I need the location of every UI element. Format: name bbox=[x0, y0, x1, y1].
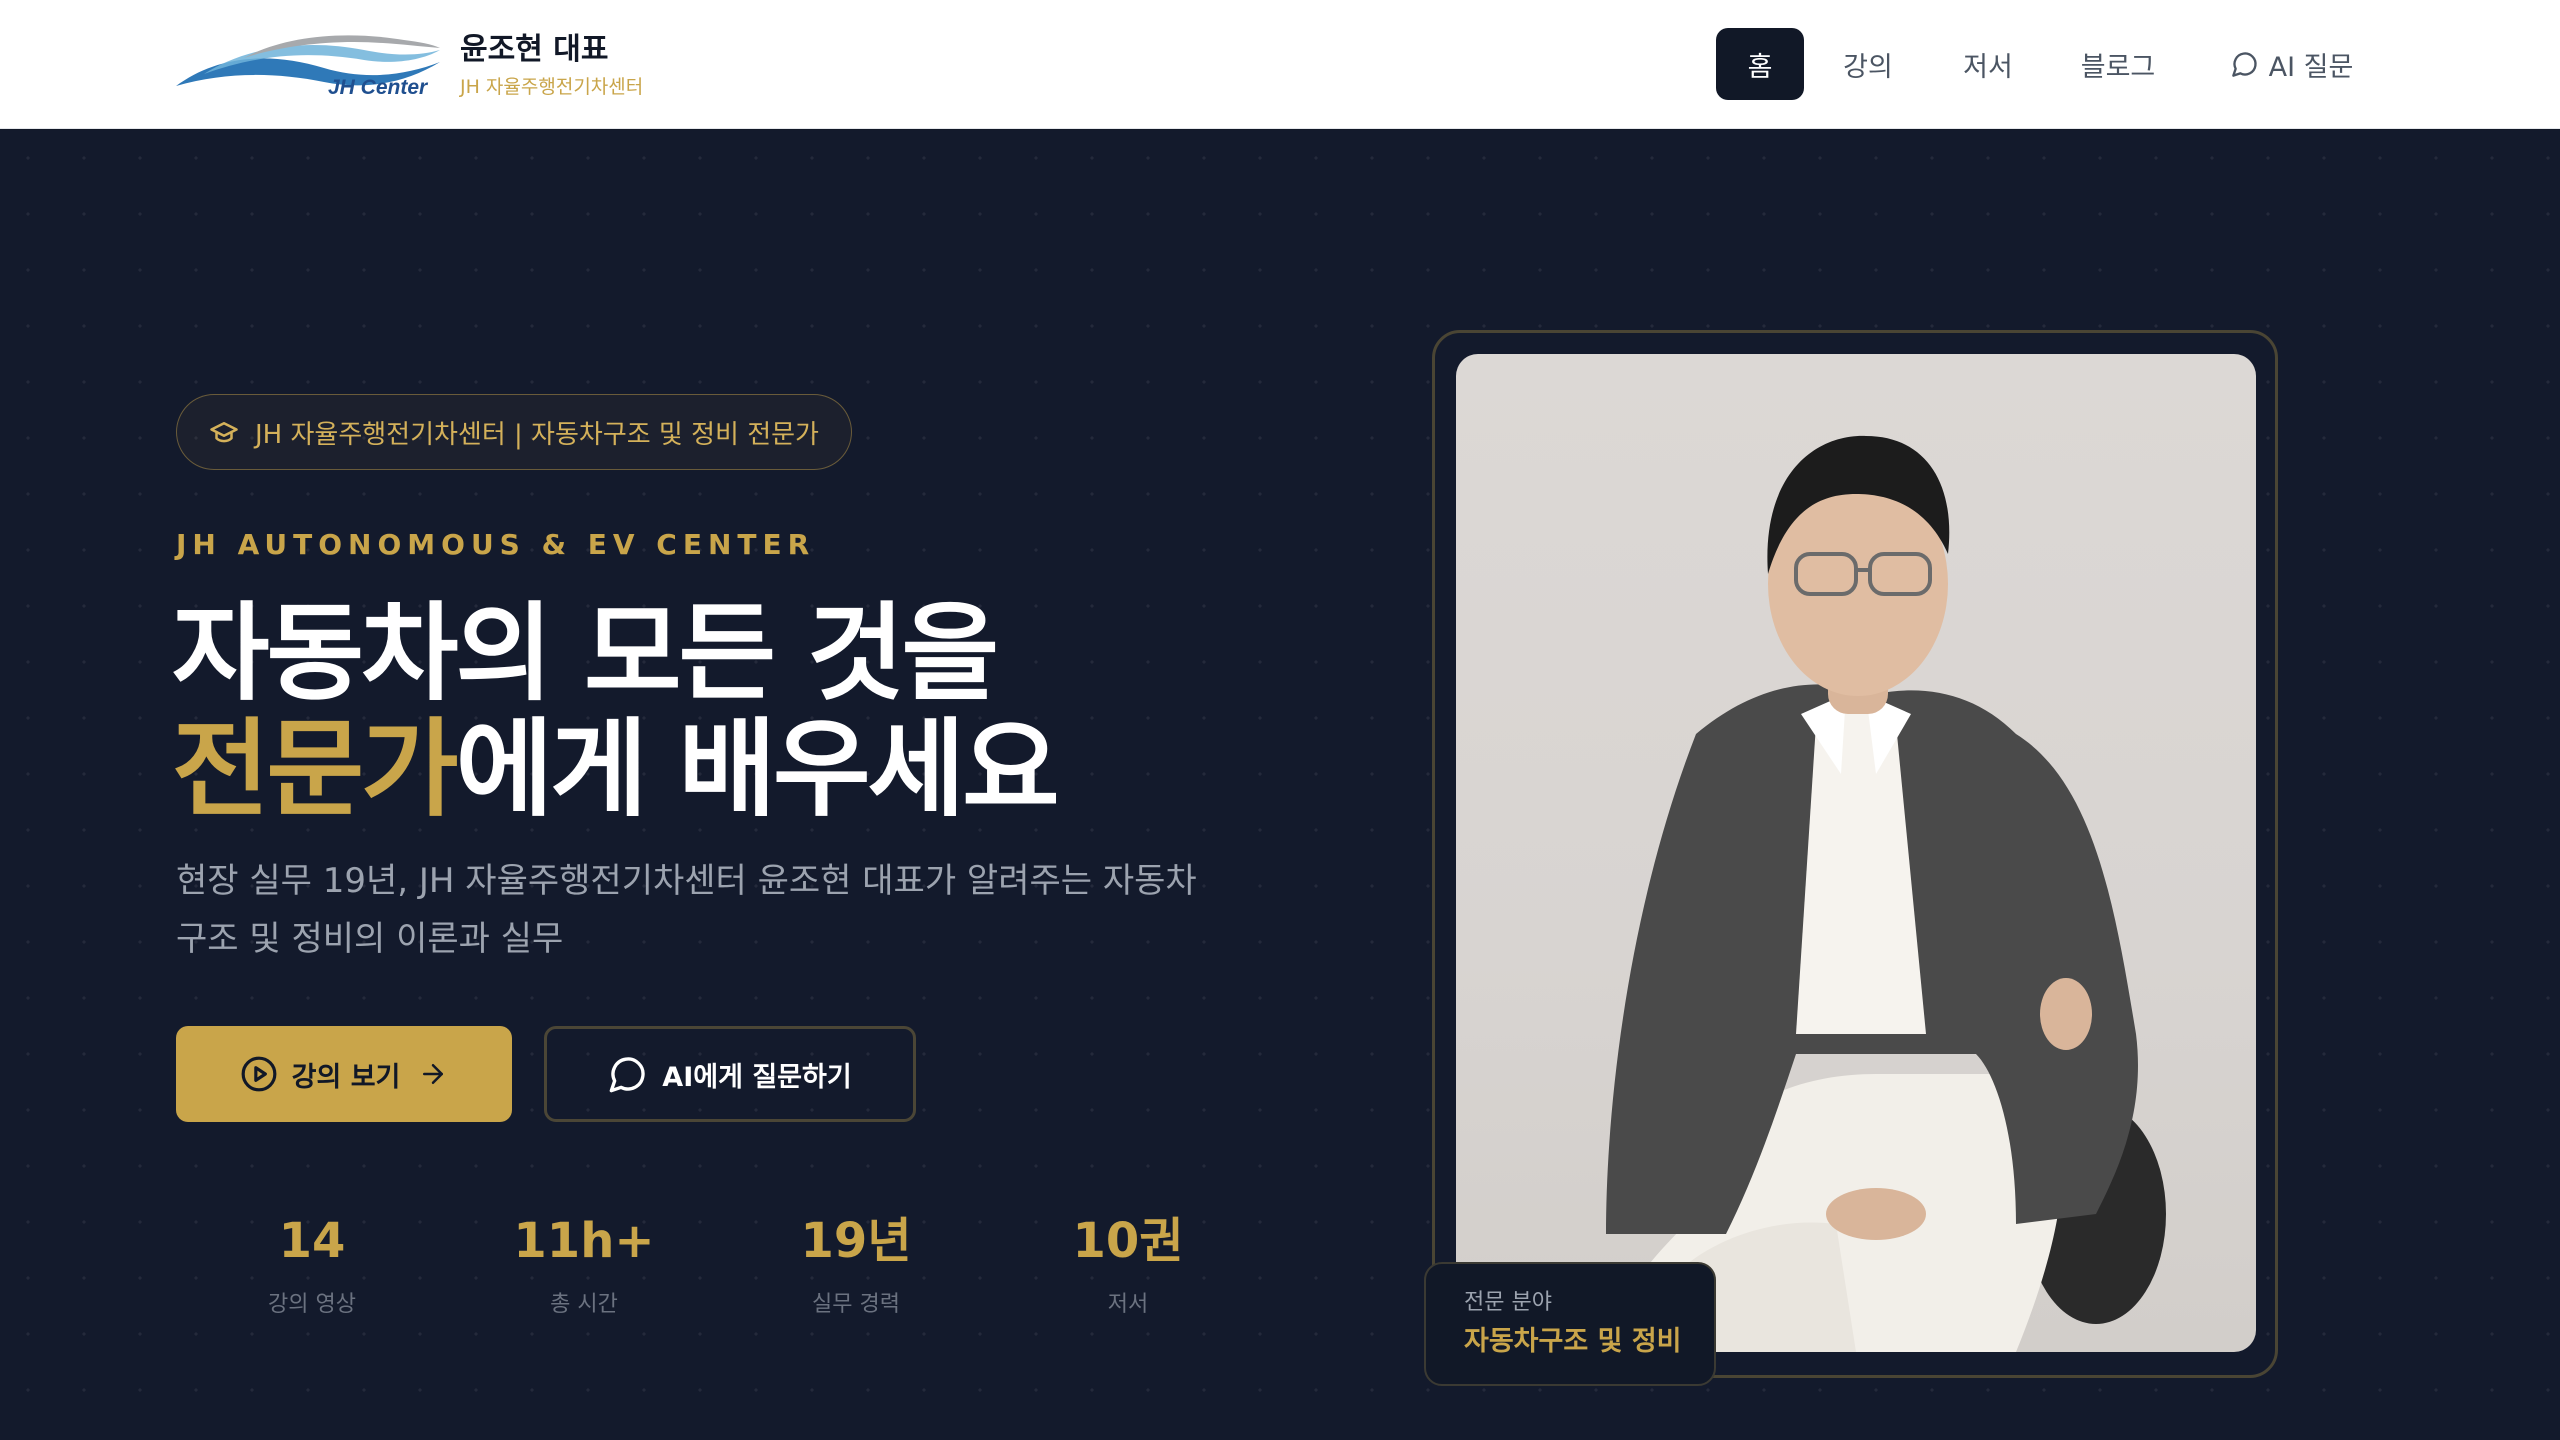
stat-value: 11h+ bbox=[513, 1213, 655, 1269]
main-nav: 홈 강의 저서 블로그 AI 질문 bbox=[1716, 28, 2392, 100]
ask-ai-label: AI에게 질문하기 bbox=[662, 1061, 852, 1093]
view-lectures-label: 강의 보기 bbox=[291, 1061, 401, 1093]
logo-text: JH Center bbox=[328, 76, 428, 99]
graduation-cap-icon bbox=[209, 417, 239, 447]
stat-label: 총 시간 bbox=[550, 1292, 618, 1317]
chat-bubble-icon bbox=[2231, 50, 2259, 78]
play-circle-icon bbox=[240, 1055, 278, 1093]
stats-row: 14 강의 영상 11h+ 총 시간 19년 실무 경력 10권 저서 bbox=[176, 1208, 1264, 1318]
view-lectures-button[interactable]: 강의 보기 bbox=[176, 1026, 512, 1122]
brand-name: 윤조현 대표 bbox=[460, 32, 609, 67]
chat-bubble-icon bbox=[608, 1054, 648, 1094]
stat-lecture-videos: 14 강의 영상 bbox=[176, 1208, 448, 1318]
stat-value: 14 bbox=[278, 1213, 346, 1269]
nav-lectures-label: 강의 bbox=[1843, 51, 1893, 83]
nav-ai-question[interactable]: AI 질문 bbox=[2192, 28, 2392, 100]
stat-value: 10권 bbox=[1072, 1213, 1184, 1269]
profile-photo bbox=[1456, 354, 2256, 1352]
hero-headline: 자동차의 모든 것을 전문가에게 배우세요 bbox=[172, 596, 1060, 831]
logo[interactable]: JH Center bbox=[174, 28, 442, 108]
nav-blog[interactable]: 블로그 bbox=[2044, 28, 2192, 100]
specialty-label: 전문 분야 bbox=[1464, 1290, 1552, 1315]
nav-lectures[interactable]: 강의 bbox=[1804, 28, 1932, 100]
pill-text: JH 자율주행전기차센터 | 자동차구조 및 정비 전문가 bbox=[255, 419, 819, 450]
stat-label: 실무 경력 bbox=[812, 1292, 900, 1317]
nav-books[interactable]: 저서 bbox=[1932, 28, 2044, 100]
stat-total-hours: 11h+ 총 시간 bbox=[448, 1208, 720, 1318]
stat-books: 10권 저서 bbox=[992, 1208, 1264, 1318]
stat-label: 저서 bbox=[1107, 1292, 1149, 1317]
brand[interactable]: 윤조현 대표 JH 자율주행전기차센터 bbox=[460, 30, 643, 100]
stat-experience: 19년 실무 경력 bbox=[720, 1208, 992, 1318]
ask-ai-button[interactable]: AI에게 질문하기 bbox=[544, 1026, 916, 1122]
nav-books-label: 저서 bbox=[1963, 51, 2013, 83]
arrow-right-icon bbox=[418, 1059, 448, 1089]
nav-home[interactable]: 홈 bbox=[1716, 28, 1804, 100]
headline-rest: 에게 배우세요 bbox=[455, 708, 1060, 831]
headline-line1: 자동차의 모든 것을 bbox=[172, 592, 999, 715]
site-header: JH Center 윤조현 대표 JH 자율주행전기차센터 홈 강의 저서 블로… bbox=[0, 0, 2560, 129]
brand-subtitle: JH 자율주행전기차센터 bbox=[460, 76, 644, 98]
stat-value: 19년 bbox=[800, 1213, 912, 1269]
nav-home-label: 홈 bbox=[1747, 51, 1773, 83]
stat-label: 강의 영상 bbox=[268, 1292, 356, 1317]
specialty-badge: 전문 분야 자동차구조 및 정비 bbox=[1424, 1262, 1716, 1386]
headline-highlight: 전문가 bbox=[172, 708, 459, 831]
expertise-pill: JH 자율주행전기차센터 | 자동차구조 및 정비 전문가 bbox=[176, 394, 852, 470]
nav-ai-question-label: AI 질문 bbox=[2268, 51, 2354, 83]
nav-blog-label: 블로그 bbox=[2080, 51, 2156, 83]
specialty-value: 자동차구조 및 정비 bbox=[1464, 1326, 1682, 1357]
eyebrow-text: JH AUTONOMOUS & EV CENTER bbox=[176, 528, 816, 561]
hero-description: 현장 실무 19년, JH 자율주행전기차센터 윤조현 대표가 알려주는 자동차… bbox=[176, 861, 1197, 959]
logo-mark: JH Center bbox=[174, 28, 442, 108]
